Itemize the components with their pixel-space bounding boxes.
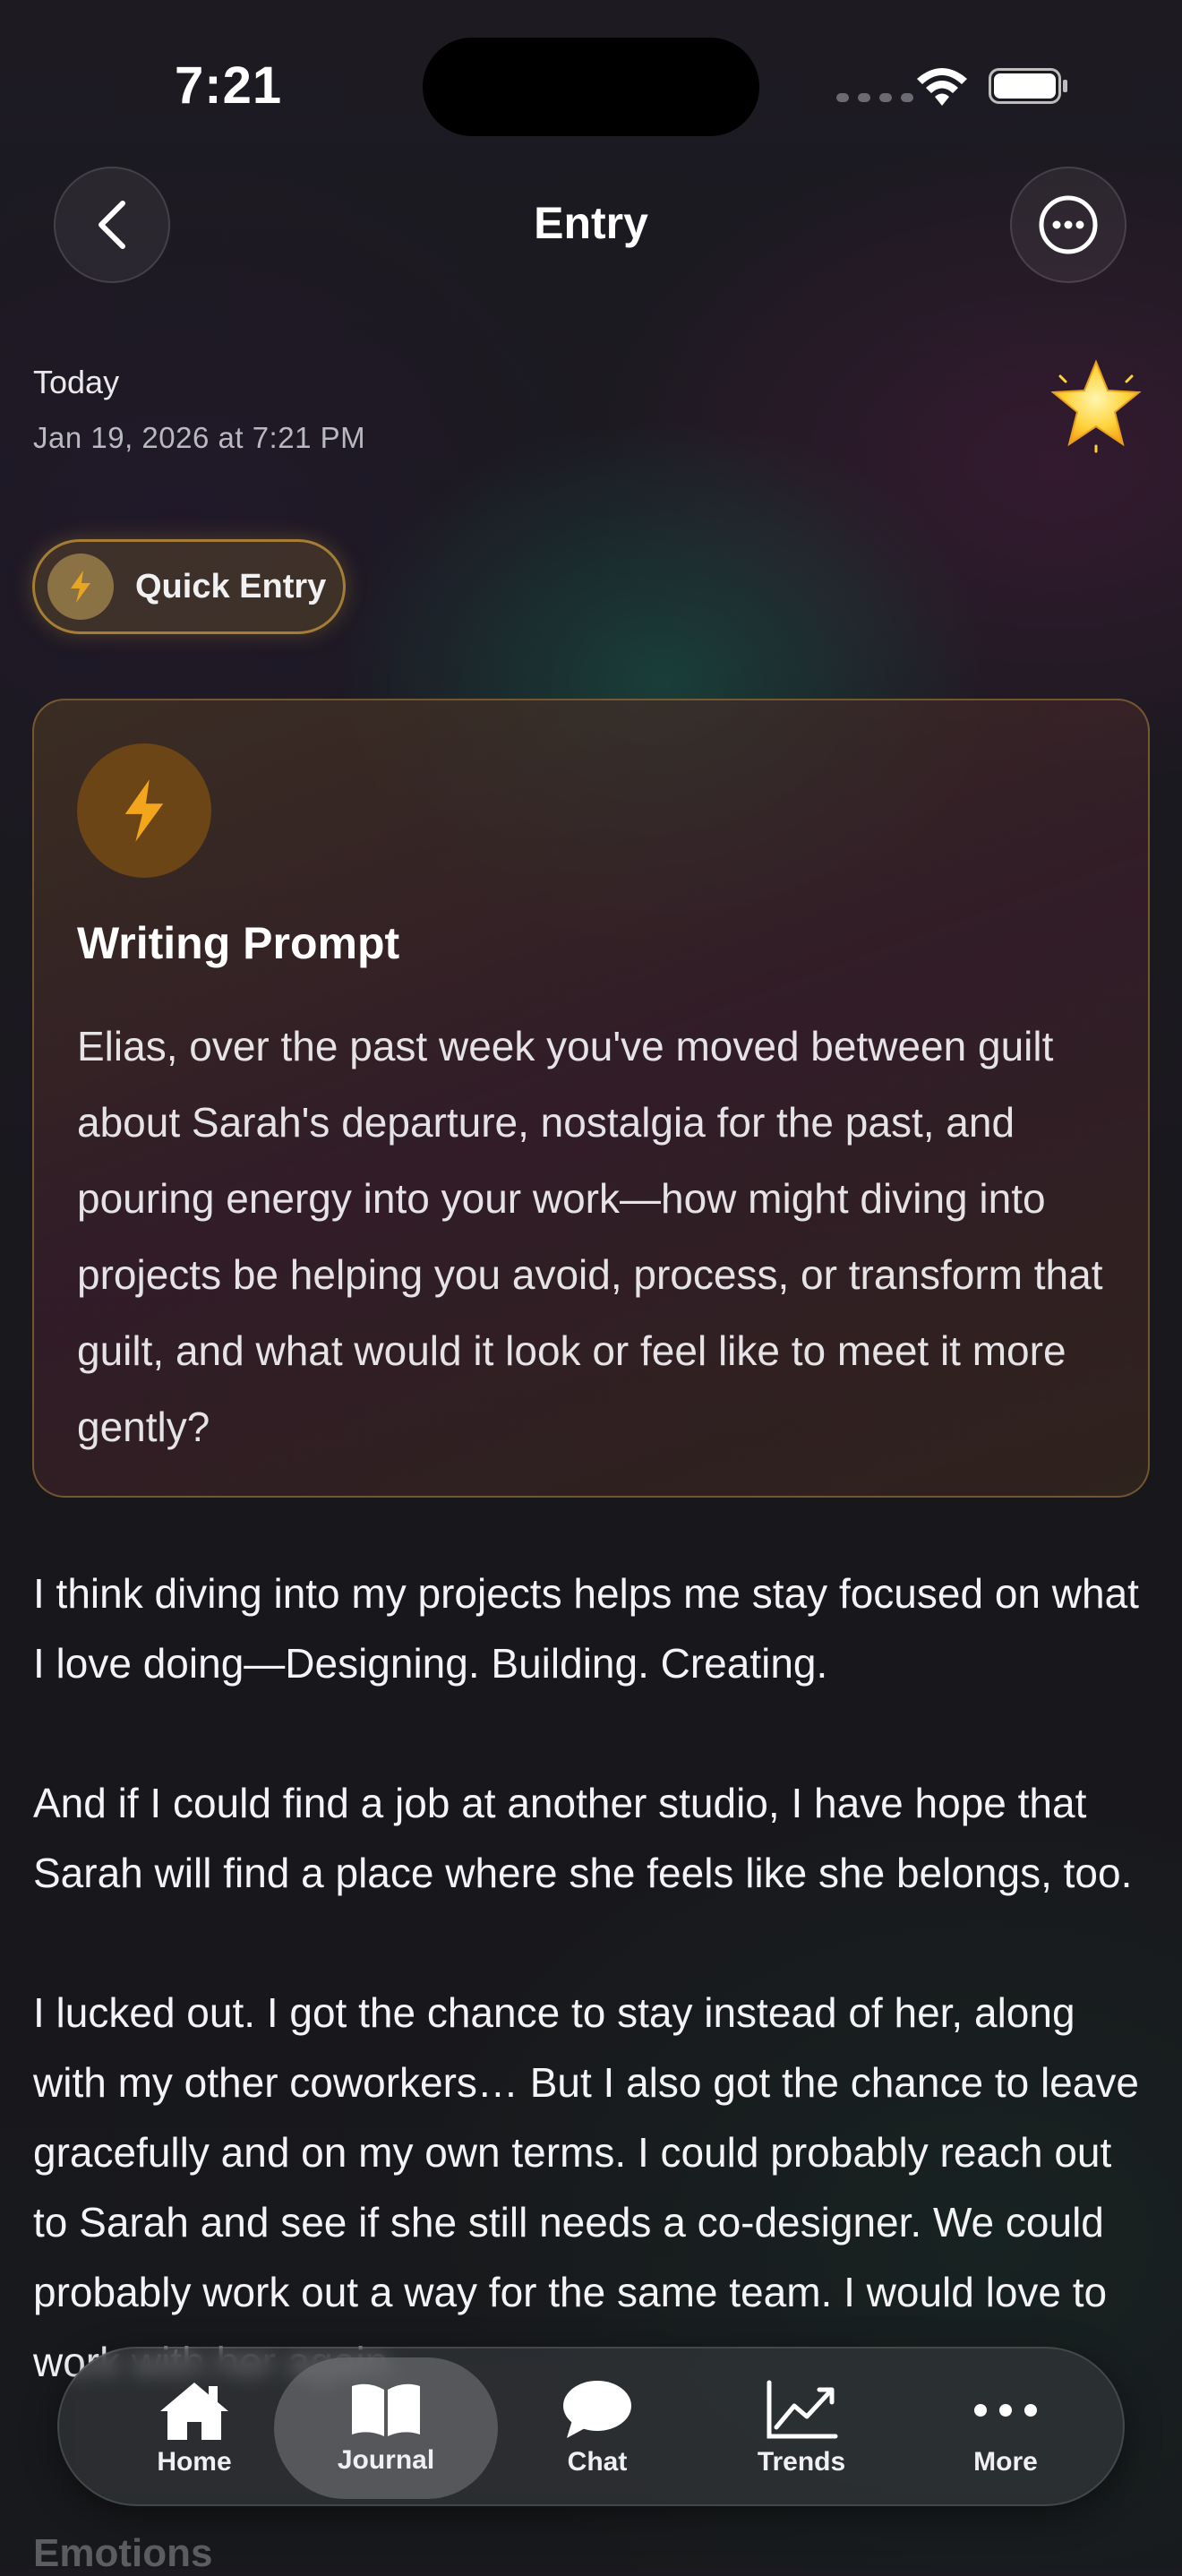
- entry-paragraph: And if I could find a job at another stu…: [33, 1780, 1133, 1896]
- tab-bar: Home Journal Chat Trends More: [57, 2347, 1125, 2506]
- house-icon: [160, 2383, 228, 2440]
- tab-home[interactable]: Home: [91, 2348, 297, 2508]
- tab-journal[interactable]: Journal: [274, 2357, 498, 2499]
- wifi-icon: [917, 68, 967, 106]
- entry-paragraph: I think diving into my projects helps me…: [33, 1570, 1139, 1687]
- battery-icon: [989, 68, 1067, 104]
- entry-body[interactable]: I think diving into my projects helps me…: [33, 1558, 1152, 2467]
- tab-more[interactable]: More: [903, 2348, 1109, 2508]
- tab-label: Chat: [567, 2447, 628, 2477]
- entry-date-detail: Jan 19, 2026 at 7:21 PM: [33, 421, 366, 454]
- ellipsis-circle-icon: [1039, 195, 1098, 254]
- tab-label: More: [973, 2447, 1038, 2477]
- speech-bubble-icon: [563, 2381, 631, 2438]
- glowing-star-icon[interactable]: [1048, 356, 1144, 453]
- status-time: 7:21: [175, 56, 283, 115]
- emotions-section-heading: Emotions: [33, 2531, 213, 2575]
- writing-prompt-text: Elias, over the past week you've moved b…: [77, 1023, 1103, 1450]
- writing-prompt-title: Writing Prompt: [77, 918, 400, 968]
- tab-label: Trends: [757, 2447, 846, 2477]
- entry-paragraph: I lucked out. I got the chance to stay i…: [33, 1989, 1139, 2385]
- tab-label: Journal: [337, 2445, 435, 2475]
- entry-date-label: Today: [33, 364, 120, 400]
- page-title: Entry: [534, 198, 648, 248]
- chart-line-icon: [767, 2380, 838, 2439]
- lightning-icon: [77, 743, 211, 878]
- entry-type-chip[interactable]: Quick Entry: [32, 539, 346, 634]
- tab-trends[interactable]: Trends: [698, 2348, 904, 2508]
- tab-label: Home: [157, 2447, 232, 2477]
- tab-chat[interactable]: Chat: [494, 2348, 700, 2508]
- cellular-signal-icon: [836, 93, 913, 102]
- more-options-button[interactable]: [1010, 167, 1126, 283]
- lightning-icon: [47, 554, 114, 620]
- dynamic-island: [423, 38, 759, 136]
- writing-prompt-card: Writing Prompt Elias, over the past week…: [32, 699, 1150, 1498]
- open-book-icon: [352, 2383, 420, 2436]
- ellipsis-icon: [974, 2404, 1037, 2417]
- entry-type-label: Quick Entry: [135, 567, 327, 605]
